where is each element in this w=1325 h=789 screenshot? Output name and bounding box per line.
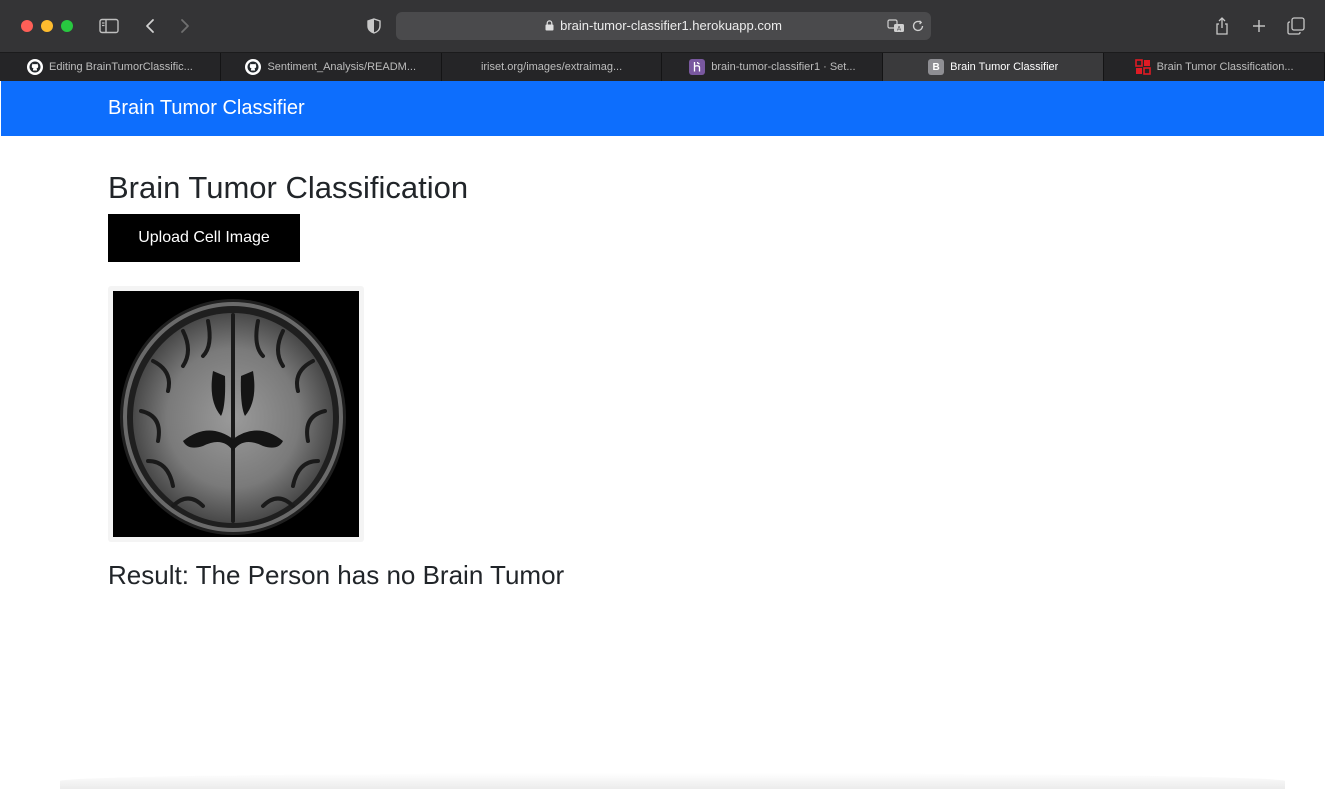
- address-bar[interactable]: brain-tumor-classifier1.herokuapp.com A: [396, 12, 931, 40]
- tab-heroku-settings[interactable]: brain-tumor-classifier1 · Set...: [662, 53, 884, 81]
- navbar-brand[interactable]: Brain Tumor Classifier: [108, 81, 305, 136]
- tab-brain-tumor-paper[interactable]: Brain Tumor Classification...: [1104, 53, 1325, 81]
- tab-brain-tumor-classifier[interactable]: B Brain Tumor Classifier: [883, 53, 1105, 81]
- reload-icon[interactable]: [910, 16, 926, 36]
- lock-icon: [545, 20, 554, 31]
- new-tab-plus-icon[interactable]: [1249, 14, 1269, 38]
- address-bar-text: brain-tumor-classifier1.herokuapp.com: [396, 12, 931, 40]
- bootstrap-icon: B: [928, 59, 945, 75]
- sidebar-toggle-icon[interactable]: [98, 14, 120, 38]
- brain-mri-image: [113, 291, 359, 537]
- share-icon[interactable]: [1212, 14, 1232, 38]
- back-arrow-icon[interactable]: [142, 14, 158, 38]
- heroku-icon: [689, 59, 706, 75]
- window-bottom-shadow: [60, 773, 1285, 789]
- uploaded-image-thumbnail: [108, 286, 364, 542]
- tab-overview-icon[interactable]: [1286, 14, 1306, 38]
- tab-strip: Editing BrainTumorClassific... Sentiment…: [0, 52, 1325, 81]
- upload-cell-image-button[interactable]: Upload Cell Image: [108, 214, 300, 262]
- translate-icon[interactable]: A: [886, 16, 906, 36]
- github-icon: [245, 59, 262, 75]
- browser-toolbar: brain-tumor-classifier1.herokuapp.com A: [0, 0, 1325, 52]
- github-icon: [26, 59, 43, 75]
- tab-sentiment-readme[interactable]: Sentiment_Analysis/READM...: [221, 53, 442, 81]
- page-title: Brain Tumor Classification: [108, 170, 469, 205]
- ijert-icon: [1134, 59, 1151, 75]
- window-zoom-button[interactable]: [61, 20, 73, 32]
- window-close-button[interactable]: [21, 20, 33, 32]
- tab-editing-readme[interactable]: Editing BrainTumorClassific...: [0, 53, 221, 81]
- browser-window: brain-tumor-classifier1.herokuapp.com A …: [0, 0, 1325, 789]
- window-minimize-button[interactable]: [41, 20, 53, 32]
- classification-result: Result: The Person has no Brain Tumor: [108, 560, 565, 590]
- forward-arrow-icon[interactable]: [177, 14, 193, 38]
- privacy-shield-icon[interactable]: [364, 14, 384, 38]
- tab-iriset-image[interactable]: iriset.org/images/extraimag...: [442, 53, 663, 81]
- page-navbar: Brain Tumor Classifier: [1, 81, 1324, 136]
